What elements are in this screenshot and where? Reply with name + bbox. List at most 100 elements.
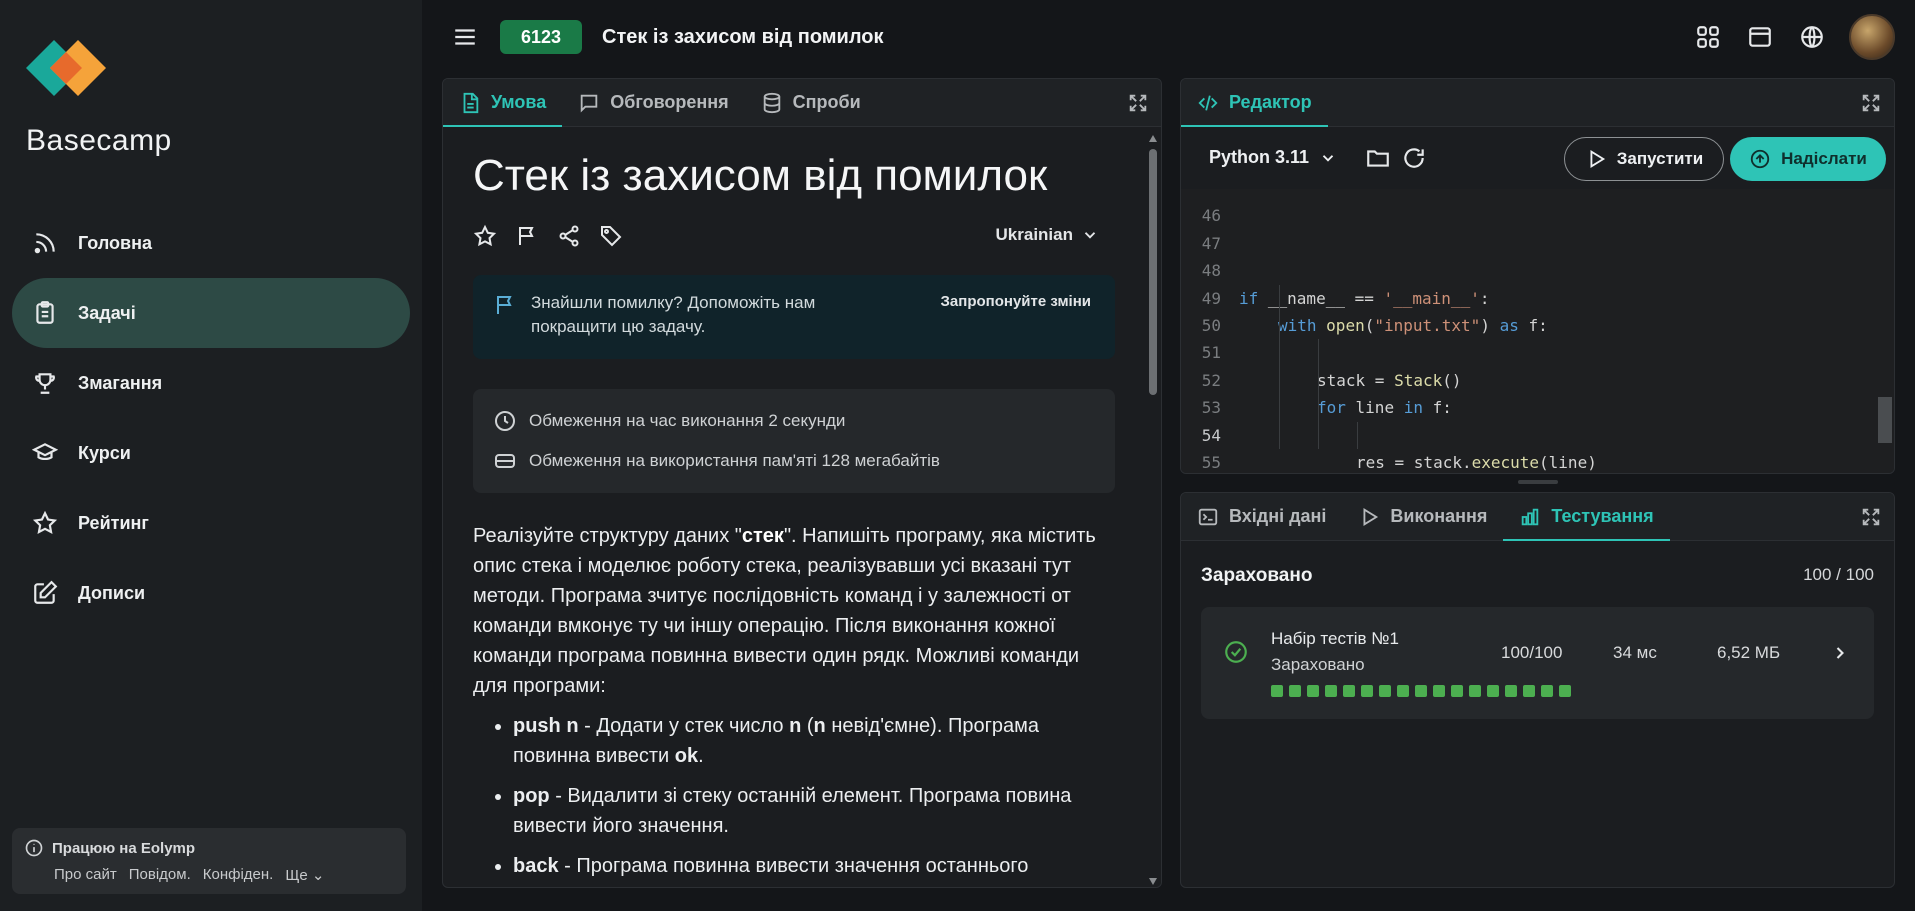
- command-output: ok: [674, 745, 699, 767]
- chevron-right-icon[interactable]: [1830, 643, 1850, 663]
- top-icons: [1693, 14, 1895, 60]
- code-editor[interactable]: 46 47 48 if __name__ == '__main__': 49 w…: [1181, 189, 1894, 473]
- tag-icon[interactable]: [599, 224, 625, 250]
- flag-icon[interactable]: [515, 224, 541, 250]
- user-avatar[interactable]: [1849, 14, 1895, 60]
- rss-icon: [30, 228, 60, 258]
- footer-link-report[interactable]: Повідом.: [129, 866, 191, 884]
- test-case-passed[interactable]: [1343, 685, 1355, 697]
- terminal-icon: [1197, 506, 1219, 528]
- trophy-icon: [30, 368, 60, 398]
- test-case-passed[interactable]: [1361, 685, 1373, 697]
- test-case-passed[interactable]: [1307, 685, 1319, 697]
- test-case-passed[interactable]: [1397, 685, 1409, 697]
- folder-icon[interactable]: [1365, 145, 1391, 171]
- tab-statement[interactable]: Умова: [443, 79, 563, 127]
- code-line: 50 stack = Stack(): [1181, 284, 1894, 390]
- menu-icon[interactable]: [452, 24, 478, 50]
- test-case-passed[interactable]: [1451, 685, 1463, 697]
- language-dropdown[interactable]: Python 3.11: [1209, 147, 1337, 168]
- edit-icon: [30, 578, 60, 608]
- test-case-passed[interactable]: [1289, 685, 1301, 697]
- test-case-passed[interactable]: [1271, 685, 1283, 697]
- database-icon: [761, 92, 783, 114]
- brand-name: Basecamp: [26, 124, 172, 157]
- tab-testing[interactable]: Тестування: [1503, 493, 1670, 541]
- statement-scrollbar[interactable]: [1145, 127, 1161, 887]
- code-line: 52 res = stack.execute(line): [1181, 339, 1894, 472]
- document-icon: [459, 92, 481, 114]
- indent-guide: [1279, 339, 1280, 367]
- test-case-passed[interactable]: [1523, 685, 1535, 697]
- star-icon[interactable]: [473, 224, 499, 250]
- test-set-row[interactable]: Набір тестів №1 Зараховано 100/100 34 мс…: [1201, 607, 1874, 719]
- info-icon: [24, 838, 44, 858]
- footer-title-row: Працюю на Eolymp: [24, 838, 394, 858]
- test-case-passed[interactable]: [1487, 685, 1499, 697]
- indent-guide: [1318, 366, 1319, 395]
- test-case-passed[interactable]: [1433, 685, 1445, 697]
- desc-bold: стек: [741, 525, 784, 547]
- statement-tabs: Умова Обговорення Спроби: [443, 79, 1161, 127]
- expand-icon[interactable]: [1860, 506, 1882, 528]
- indent-guide: [1357, 421, 1358, 449]
- tab-execution[interactable]: Виконання: [1342, 493, 1503, 540]
- test-case-passed[interactable]: [1415, 685, 1427, 697]
- nav-item-contests[interactable]: Змагання: [12, 348, 410, 418]
- test-case-passed[interactable]: [1505, 685, 1517, 697]
- code-line: 55 break: [1181, 421, 1894, 472]
- clipboard-icon: [30, 298, 60, 328]
- tab-editor[interactable]: Редактор: [1181, 79, 1328, 127]
- bar-chart-icon: [1519, 506, 1541, 528]
- scroll-down-icon[interactable]: [1148, 873, 1158, 885]
- sidebar: Basecamp Головна Задачі Змагання Курси Р…: [0, 0, 422, 911]
- globe-icon[interactable]: [1797, 22, 1827, 52]
- test-case-passed[interactable]: [1325, 685, 1337, 697]
- refresh-icon[interactable]: [1401, 145, 1427, 171]
- limits-card: Обмеження на час виконання 2 секунди Обм…: [473, 389, 1115, 493]
- code-lines: 46 47 48 if __name__ == '__main__': 49 w…: [1181, 175, 1894, 472]
- test-case-passed[interactable]: [1559, 685, 1571, 697]
- testing-panel: Вхідні дані Виконання Тестування Зарахов…: [1180, 492, 1895, 888]
- expand-icon[interactable]: [1860, 92, 1882, 114]
- code-text: res = stack.execute(line): [1356, 452, 1597, 472]
- tab-discussion[interactable]: Обговорення: [562, 79, 744, 126]
- footer-link-more[interactable]: Ще ⌄: [285, 866, 324, 884]
- expand-icon[interactable]: [1127, 92, 1149, 114]
- nav-item-courses[interactable]: Курси: [12, 418, 410, 488]
- share-icon[interactable]: [557, 224, 583, 250]
- basecamp-logo[interactable]: [26, 40, 106, 96]
- panel-resize-handle[interactable]: [1518, 480, 1558, 484]
- line-number: 55: [1201, 452, 1221, 472]
- problem-id-badge: 6123: [500, 20, 582, 54]
- tab-attempts[interactable]: Спроби: [745, 79, 877, 126]
- time-limit: Обмеження на час виконання 2 секунди: [493, 411, 1095, 431]
- suggest-changes-link[interactable]: Запропонуйте зміни: [941, 293, 1091, 310]
- browser-window-icon[interactable]: [1745, 22, 1775, 52]
- nav-item-home[interactable]: Головна: [12, 208, 410, 278]
- list-item: push n - Додати у стек число n (n невід'…: [513, 711, 1115, 771]
- tab-label: Виконання: [1390, 506, 1488, 526]
- commands-list: push n - Додати у стек число n (n невід'…: [473, 711, 1115, 881]
- test-set-name: Набір тестів №1: [1271, 629, 1399, 648]
- play-icon: [1585, 148, 1607, 170]
- language-select[interactable]: Ukrainian: [996, 225, 1099, 245]
- nav-item-posts[interactable]: Дописи: [12, 558, 410, 628]
- apps-grid-icon[interactable]: [1693, 22, 1723, 52]
- problem-actions: Ukrainian: [473, 223, 1115, 251]
- test-case-passed[interactable]: [1379, 685, 1391, 697]
- test-case-passed[interactable]: [1541, 685, 1553, 697]
- test-case-passed[interactable]: [1469, 685, 1481, 697]
- scroll-up-icon[interactable]: [1148, 131, 1158, 142]
- scroll-thumb[interactable]: [1149, 149, 1157, 395]
- nav-item-rating[interactable]: Рейтинг: [12, 488, 410, 558]
- footer-title[interactable]: Працюю на Eolymp: [52, 840, 195, 857]
- tab-input-data[interactable]: Вхідні дані: [1181, 493, 1342, 540]
- editor-scroll-thumb[interactable]: [1878, 397, 1892, 443]
- test-case-indicators: [1271, 685, 1571, 697]
- nav-item-label: Задачі: [78, 302, 136, 323]
- footer-link-privacy[interactable]: Конфіден.: [203, 866, 274, 884]
- footer-link-about[interactable]: Про сайт: [54, 866, 117, 884]
- footer-links: Про сайт Повідом. Конфіден. Ще ⌄: [54, 866, 394, 884]
- nav-item-problems[interactable]: Задачі: [12, 278, 410, 348]
